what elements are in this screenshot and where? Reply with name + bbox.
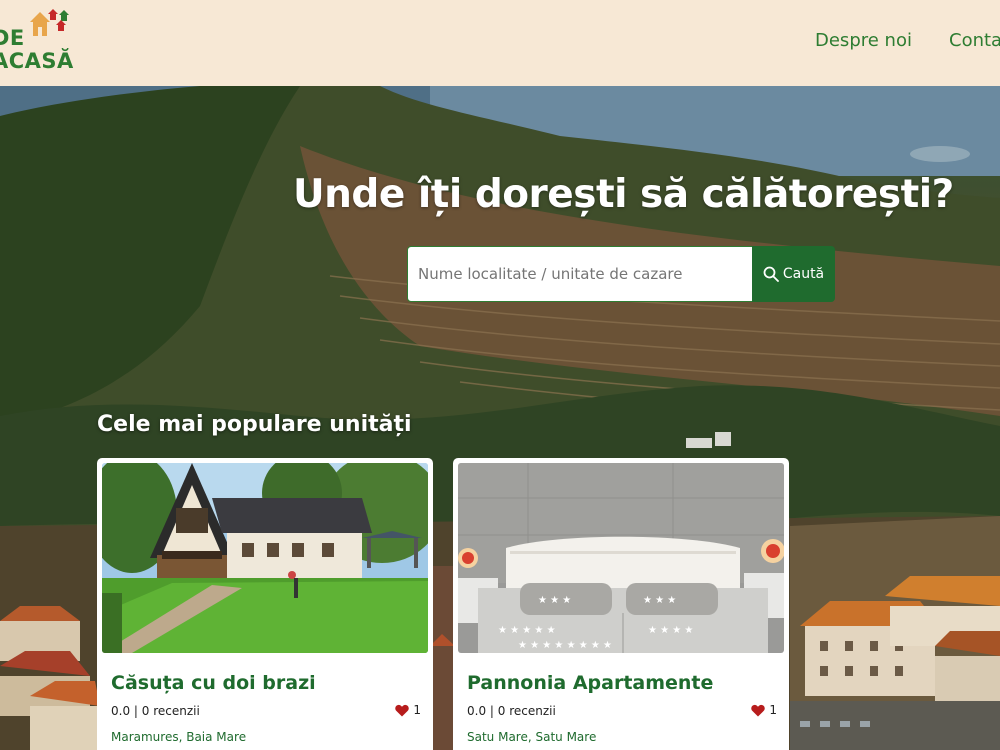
house-logo-icon: [30, 9, 69, 36]
property-rating: 0.0 | 0 recenzii: [111, 704, 200, 718]
hero-section: Unde îți dorești să călătorești? Caută C…: [0, 86, 1000, 750]
property-name[interactable]: Căsuța cu doi brazi: [111, 672, 316, 694]
logo-text-de: DE: [0, 26, 25, 50]
property-card[interactable]: Căsuța cu doi brazi 0.0 | 0 recenzii 1 M…: [97, 458, 433, 750]
nav-link-despre-noi[interactable]: Despre noi: [815, 30, 912, 51]
logo-text-acasa: ACASĂ: [0, 49, 74, 73]
heart-icon[interactable]: [395, 704, 410, 717]
property-likes[interactable]: 1: [751, 703, 777, 717]
svg-text:★ ★ ★: ★ ★ ★: [643, 595, 676, 606]
search-button[interactable]: Caută: [752, 246, 835, 302]
likes-count: 1: [413, 703, 421, 717]
property-image[interactable]: ★ ★ ★ ★ ★ ★ ★ ★ ★ ★ ★ ★ ★ ★ ★ ★ ★ ★ ★ ★ …: [458, 463, 784, 653]
bedroom-photo: ★ ★ ★ ★ ★ ★ ★ ★ ★ ★ ★ ★ ★ ★ ★ ★ ★ ★ ★ ★ …: [458, 463, 784, 653]
svg-text:★ ★ ★ ★: ★ ★ ★ ★: [648, 625, 693, 636]
search-icon: [763, 266, 779, 282]
property-card[interactable]: ★ ★ ★ ★ ★ ★ ★ ★ ★ ★ ★ ★ ★ ★ ★ ★ ★ ★ ★ ★ …: [453, 458, 789, 750]
cabin-photo: [102, 463, 428, 653]
popular-section-title: Cele mai populare unități: [97, 412, 412, 437]
property-likes[interactable]: 1: [395, 703, 421, 717]
search-input[interactable]: [407, 246, 753, 302]
svg-text:★ ★ ★ ★ ★: ★ ★ ★ ★ ★: [498, 625, 556, 636]
logo[interactable]: DE ACASĂ: [0, 6, 86, 74]
svg-text:★ ★ ★ ★ ★ ★ ★ ★: ★ ★ ★ ★ ★ ★ ★ ★: [518, 640, 612, 651]
property-rating: 0.0 | 0 recenzii: [467, 704, 556, 718]
likes-count: 1: [769, 703, 777, 717]
search-button-label: Caută: [782, 266, 825, 282]
property-location: Satu Mare, Satu Mare: [467, 730, 597, 744]
site-header: DE ACASĂ Despre noi Contact: [0, 0, 1000, 86]
hero-title: Unde îți dorești să călătorești?: [293, 172, 954, 217]
property-name[interactable]: Pannonia Apartamente: [467, 672, 713, 694]
svg-text:★ ★ ★: ★ ★ ★: [538, 595, 571, 606]
heart-icon[interactable]: [751, 704, 766, 717]
property-image[interactable]: [102, 463, 428, 653]
property-location: Maramures, Baia Mare: [111, 730, 247, 744]
nav-link-contact[interactable]: Contact: [949, 30, 1000, 51]
